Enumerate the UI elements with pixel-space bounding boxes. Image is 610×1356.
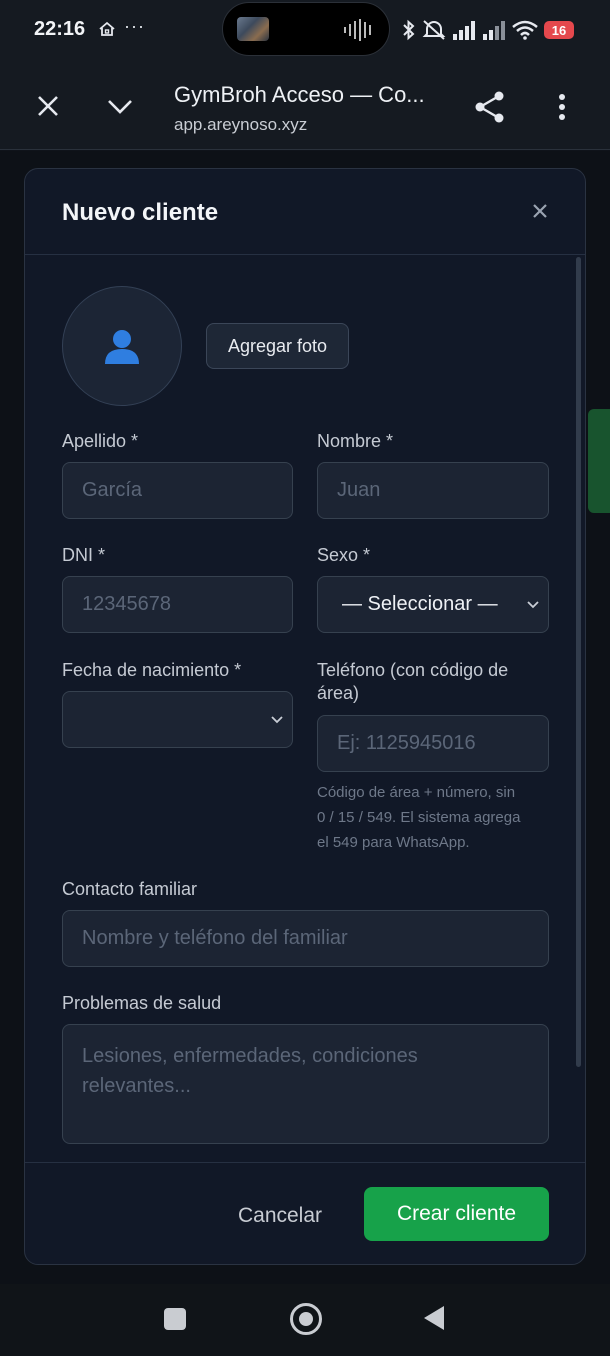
status-icons: 16 [402, 16, 574, 44]
add-photo-button[interactable]: Agregar foto [206, 323, 349, 369]
problemas-salud-textarea[interactable]: Lesiones, enfermedades, condiciones rele… [62, 1024, 549, 1144]
fecha-nacimiento-label: Fecha de nacimiento * [62, 660, 242, 680]
dni-label: DNI * [62, 545, 106, 565]
mute-icon [422, 20, 446, 40]
fecha-nacimiento-select[interactable] [62, 691, 293, 748]
more-notifications-icon: ··· [124, 16, 145, 36]
dynamic-island [222, 2, 390, 56]
media-thumbnail [237, 17, 269, 41]
dialog-footer: Cancelar Crear cliente [25, 1162, 585, 1264]
close-dialog-icon[interactable] [531, 202, 549, 220]
nombre-label: Nombre * [317, 431, 394, 451]
avatar-placeholder [62, 286, 182, 406]
telefono-label-line2: área) [317, 683, 360, 703]
chevron-down-icon [527, 601, 539, 609]
user-icon [105, 330, 139, 364]
system-nav-bar [0, 1284, 610, 1356]
salud-placeholder-line2: relevantes... [82, 1075, 191, 1097]
contacto-familiar-input[interactable]: Nombre y teléfono del familiar [62, 910, 549, 967]
audio-wave-icon [344, 19, 371, 41]
status-bar: 22:16 ··· 16 [0, 0, 610, 60]
salud-placeholder-line1: Lesiones, enfermedades, condiciones [82, 1045, 418, 1067]
page-url: app.areynoso.xyz [174, 115, 308, 134]
signal-2-icon [483, 21, 505, 40]
nombre-input[interactable]: Juan [317, 462, 549, 519]
status-time: 22:16 [34, 18, 86, 40]
recents-button[interactable] [164, 1308, 186, 1330]
home-button[interactable] [290, 1303, 322, 1335]
share-icon[interactable] [474, 90, 506, 124]
background-button [588, 409, 610, 513]
cancel-button[interactable]: Cancelar [215, 1189, 345, 1243]
telefono-help-line2: 0 / 15 / 549. El sistema agrega [317, 809, 521, 826]
signal-icon [453, 21, 475, 40]
wifi-icon [512, 20, 538, 40]
dialog-scrollbar[interactable] [576, 257, 581, 1067]
sexo-select[interactable]: — Seleccionar — [317, 576, 549, 633]
apellido-label: Apellido * [62, 431, 139, 451]
battery-indicator: 16 [544, 21, 574, 39]
bluetooth-icon [403, 19, 415, 41]
dni-input[interactable]: 12345678 [62, 576, 293, 633]
chevron-down-icon [271, 716, 283, 724]
dialog-title: Nuevo cliente [62, 199, 219, 226]
chevron-down-icon[interactable] [104, 92, 136, 120]
telefono-help-line3: el 549 para WhatsApp. [317, 834, 470, 851]
sexo-selected-value: — Seleccionar — [342, 593, 498, 615]
telefono-input[interactable]: Ej: 1125945016 [317, 715, 549, 772]
page-title: GymBroh Acceso — Co... [174, 82, 425, 107]
more-options-icon[interactable] [552, 92, 572, 122]
back-button[interactable] [424, 1306, 444, 1330]
create-client-button[interactable]: Crear cliente [364, 1187, 549, 1241]
browser-app-bar: GymBroh Acceso — Co... app.areynoso.xyz [0, 60, 610, 150]
contacto-familiar-label: Contacto familiar [62, 879, 198, 899]
telefono-label-line1: Teléfono (con código de [317, 660, 509, 680]
apellido-input[interactable]: García [62, 462, 293, 519]
home-icon [99, 21, 115, 36]
sexo-label: Sexo * [317, 545, 371, 565]
close-icon[interactable] [34, 92, 62, 120]
telefono-help-line1: Código de área + número, sin [317, 784, 516, 801]
telefono-help-text: Código de área + número, sin 0 / 15 / 54… [317, 780, 557, 855]
dialog-header: Nuevo cliente [25, 169, 585, 255]
new-client-dialog: Nuevo cliente Agregar foto Apellido * Ga… [24, 168, 586, 1265]
problemas-salud-label: Problemas de salud [62, 993, 222, 1013]
